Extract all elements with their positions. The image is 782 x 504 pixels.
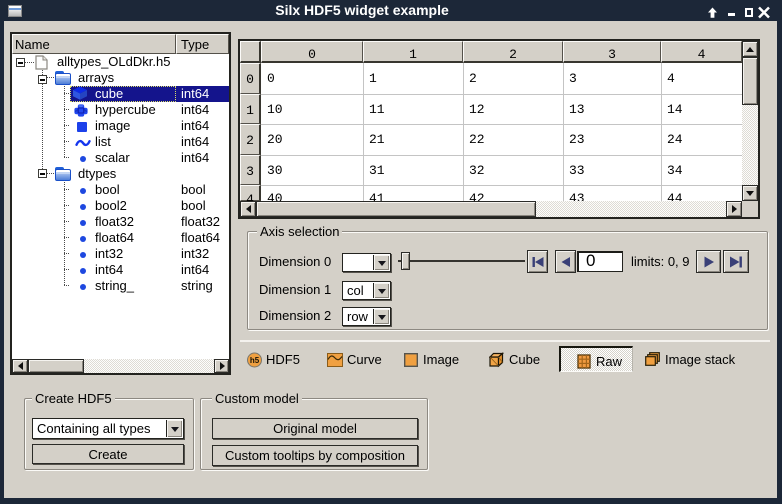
svg-text:h5: h5	[250, 356, 260, 365]
